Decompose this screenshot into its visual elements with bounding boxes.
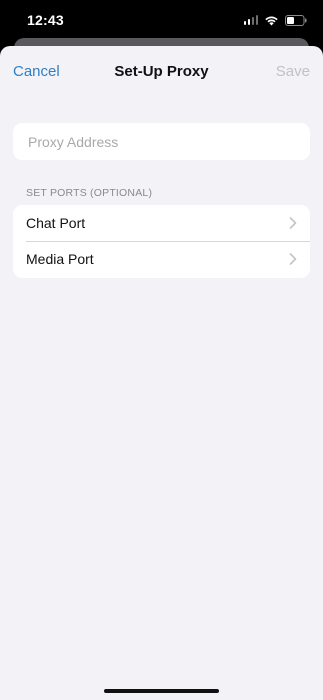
status-bar: 12:43 [0, 0, 323, 40]
chevron-right-icon [289, 253, 297, 265]
status-icons [243, 13, 308, 27]
chat-port-label: Chat Port [26, 215, 86, 231]
save-button[interactable]: Save [276, 63, 310, 80]
proxy-setup-sheet: Cancel Set-Up Proxy Save SET PORTS (OPTI… [0, 46, 323, 700]
cellular-signal-icon [243, 15, 258, 25]
ports-list: Chat Port Media Port [13, 205, 310, 278]
battery-icon [285, 14, 307, 26]
screen: 12:43 Cancel Set-Up Proxy Save Proxy Add… [0, 0, 323, 700]
wifi-icon [264, 15, 279, 26]
chevron-right-icon [289, 217, 297, 229]
proxy-address-input[interactable] [26, 132, 300, 151]
nav-bar: Cancel Set-Up Proxy Save [0, 46, 323, 96]
chat-port-row[interactable]: Chat Port [13, 205, 310, 241]
media-port-label: Media Port [26, 251, 94, 267]
section-header-ports: SET PORTS (OPTIONAL) [26, 187, 153, 199]
home-indicator[interactable] [104, 689, 219, 693]
proxy-address-field[interactable] [13, 123, 310, 160]
page-title: Set-Up Proxy [114, 63, 209, 80]
status-time: 12:43 [27, 12, 64, 28]
media-port-row[interactable]: Media Port [13, 241, 310, 277]
